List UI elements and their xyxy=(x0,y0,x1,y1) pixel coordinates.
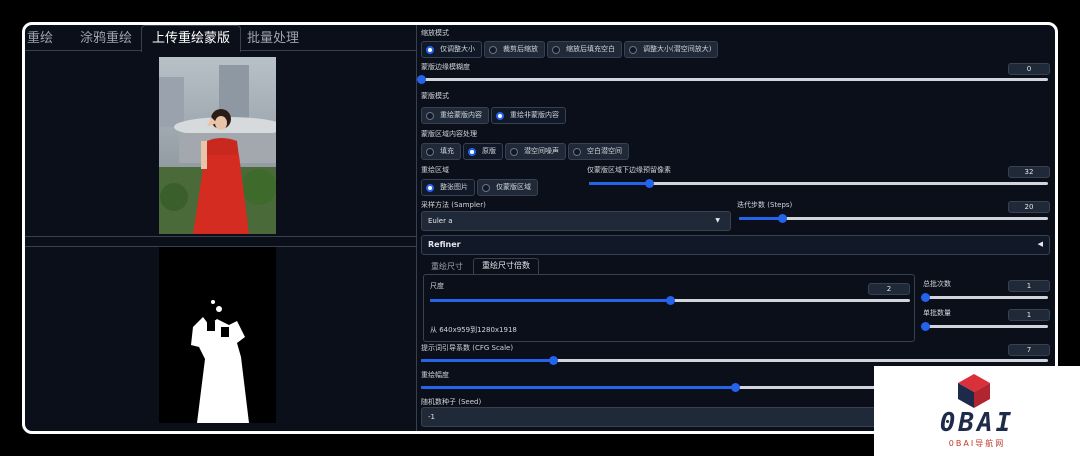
batch-size-slider[interactable] xyxy=(921,322,1048,331)
batch-size-label: 单批数量 xyxy=(923,309,951,317)
padding-label: 仅蒙版区域下边缘预留像素 xyxy=(587,166,671,174)
scale-slider[interactable] xyxy=(430,296,910,305)
cfg-slider[interactable] xyxy=(421,356,1048,365)
inpaint-area-label: 重绘区域 xyxy=(421,166,449,174)
slider-handle[interactable] xyxy=(548,356,558,365)
collapse-icon: ◀ xyxy=(1037,240,1043,248)
radio-dot xyxy=(496,111,504,120)
padding-input[interactable]: 32 xyxy=(1008,166,1050,178)
cfg-label: 提示词引导系数 (CFG Scale) xyxy=(421,344,514,352)
divider xyxy=(25,237,417,247)
mask-mode-label: 蒙版模式 xyxy=(421,92,449,100)
image-pane: 重绘 涂鸦重绘 上传重绘蒙版 批量处理 xyxy=(25,25,417,431)
masked-content-option-latent-nothing[interactable]: 空白潜空间 xyxy=(568,143,629,160)
inpaint-area-option-whole[interactable]: 整张图片 xyxy=(421,179,475,196)
slider-handle[interactable] xyxy=(730,383,740,392)
radio-dot xyxy=(552,45,560,54)
refiner-label: Refiner xyxy=(428,240,461,249)
radio-dot xyxy=(426,183,434,192)
radio-dot xyxy=(629,45,637,54)
refiner-accordion[interactable]: Refiner ◀ xyxy=(421,235,1050,255)
scale-label: 尺度 xyxy=(430,282,444,290)
radio-dot xyxy=(468,147,476,156)
mask-mode-option-not-masked[interactable]: 重绘非蒙版内容 xyxy=(491,107,566,124)
resize-mode-option-crop[interactable]: 裁剪后缩放 xyxy=(484,41,545,58)
resize-info-text: 从 640x959到1280x1918 xyxy=(430,326,517,334)
padding-slider[interactable] xyxy=(589,179,1048,188)
batch-size-input[interactable]: 1 xyxy=(1008,309,1050,321)
mask-image xyxy=(159,247,276,423)
radio-dot xyxy=(426,111,434,120)
resize-mode-option-latent[interactable]: 调整大小(潜空间放大) xyxy=(624,41,719,58)
batch-count-label: 总批次数 xyxy=(923,280,951,288)
tab-batch[interactable]: 批量处理 xyxy=(247,29,299,51)
scale-panel: 尺度 2 从 640x959到1280x1918 xyxy=(423,274,915,342)
cube-logo-icon xyxy=(958,374,990,408)
mask-blur-input[interactable]: 0 xyxy=(1008,63,1050,75)
radio-dot xyxy=(426,147,434,156)
radio-dot xyxy=(482,183,490,192)
scale-input[interactable]: 2 xyxy=(868,283,910,295)
sampler-label: 采样方法 (Sampler) xyxy=(421,201,486,209)
sampler-select[interactable]: Euler a ▼ xyxy=(421,211,731,231)
resize-mode-label: 缩放模式 xyxy=(421,29,449,37)
mask-mode-option-masked[interactable]: 重绘蒙版内容 xyxy=(421,107,489,124)
radio-dot xyxy=(489,45,497,54)
steps-slider[interactable] xyxy=(739,214,1048,223)
seed-label: 随机数种子 (Seed) xyxy=(421,398,482,406)
masked-content-option-fill[interactable]: 填充 xyxy=(421,143,461,160)
slider-handle[interactable] xyxy=(417,75,426,84)
steps-input[interactable]: 20 xyxy=(1008,201,1050,213)
tab-resize-by[interactable]: 重绘尺寸倍数 xyxy=(473,258,539,274)
radio-dot xyxy=(426,45,434,54)
cfg-input[interactable]: 7 xyxy=(1008,344,1050,356)
chevron-down-icon: ▼ xyxy=(715,217,720,224)
img2img-tabs: 重绘 涂鸦重绘 上传重绘蒙版 批量处理 xyxy=(25,25,417,52)
radio-dot xyxy=(510,147,518,156)
logo-subtitle: 0BAI导航网 xyxy=(948,439,1006,448)
watermark-logo: 0BAI 0BAI导航网 xyxy=(874,366,1080,456)
tab-inpaint-sketch[interactable]: 涂鸦重绘 xyxy=(80,29,132,51)
batch-count-slider[interactable] xyxy=(921,293,1048,302)
radio-dot xyxy=(573,147,581,156)
slider-handle[interactable] xyxy=(921,293,930,302)
slider-handle[interactable] xyxy=(778,214,788,223)
mask-blur-slider[interactable] xyxy=(417,75,1048,84)
inpaint-area-option-masked-only[interactable]: 仅蒙版区域 xyxy=(477,179,538,196)
masked-content-option-original[interactable]: 原版 xyxy=(463,143,503,160)
resize-mode-option-just-resize[interactable]: 仅调整大小 xyxy=(421,41,482,58)
masked-content-label: 蒙版区域内容处理 xyxy=(421,130,477,138)
mask-blur-label: 蒙版边缘模糊度 xyxy=(421,63,470,71)
batch-count-input[interactable]: 1 xyxy=(1008,280,1050,292)
masked-content-radio-group: 填充 原版 潜空间噪声 空白潜空间 xyxy=(421,143,629,160)
slider-handle[interactable] xyxy=(921,322,930,331)
source-image xyxy=(159,57,276,234)
tab-inpaint[interactable]: 重绘 xyxy=(27,29,53,51)
masked-content-option-latent-noise[interactable]: 潜空间噪声 xyxy=(505,143,566,160)
steps-label: 迭代步数 (Steps) xyxy=(737,201,793,209)
resize-mode-radio-group: 仅调整大小 裁剪后缩放 缩放后填充空白 调整大小(潜空间放大) xyxy=(421,41,719,58)
logo-wordmark: 0BAI xyxy=(939,408,1015,438)
mask-mode-radio-group: 重绘蒙版内容 重绘非蒙版内容 xyxy=(421,107,566,124)
slider-handle[interactable] xyxy=(666,296,675,305)
resize-mode-option-fill[interactable]: 缩放后填充空白 xyxy=(547,41,622,58)
inpaint-area-radio-group: 整张图片 仅蒙版区域 xyxy=(421,179,538,196)
tab-inpaint-upload[interactable]: 上传重绘蒙版 xyxy=(141,25,242,52)
denoise-label: 重绘幅度 xyxy=(421,371,449,379)
slider-handle[interactable] xyxy=(644,179,654,188)
